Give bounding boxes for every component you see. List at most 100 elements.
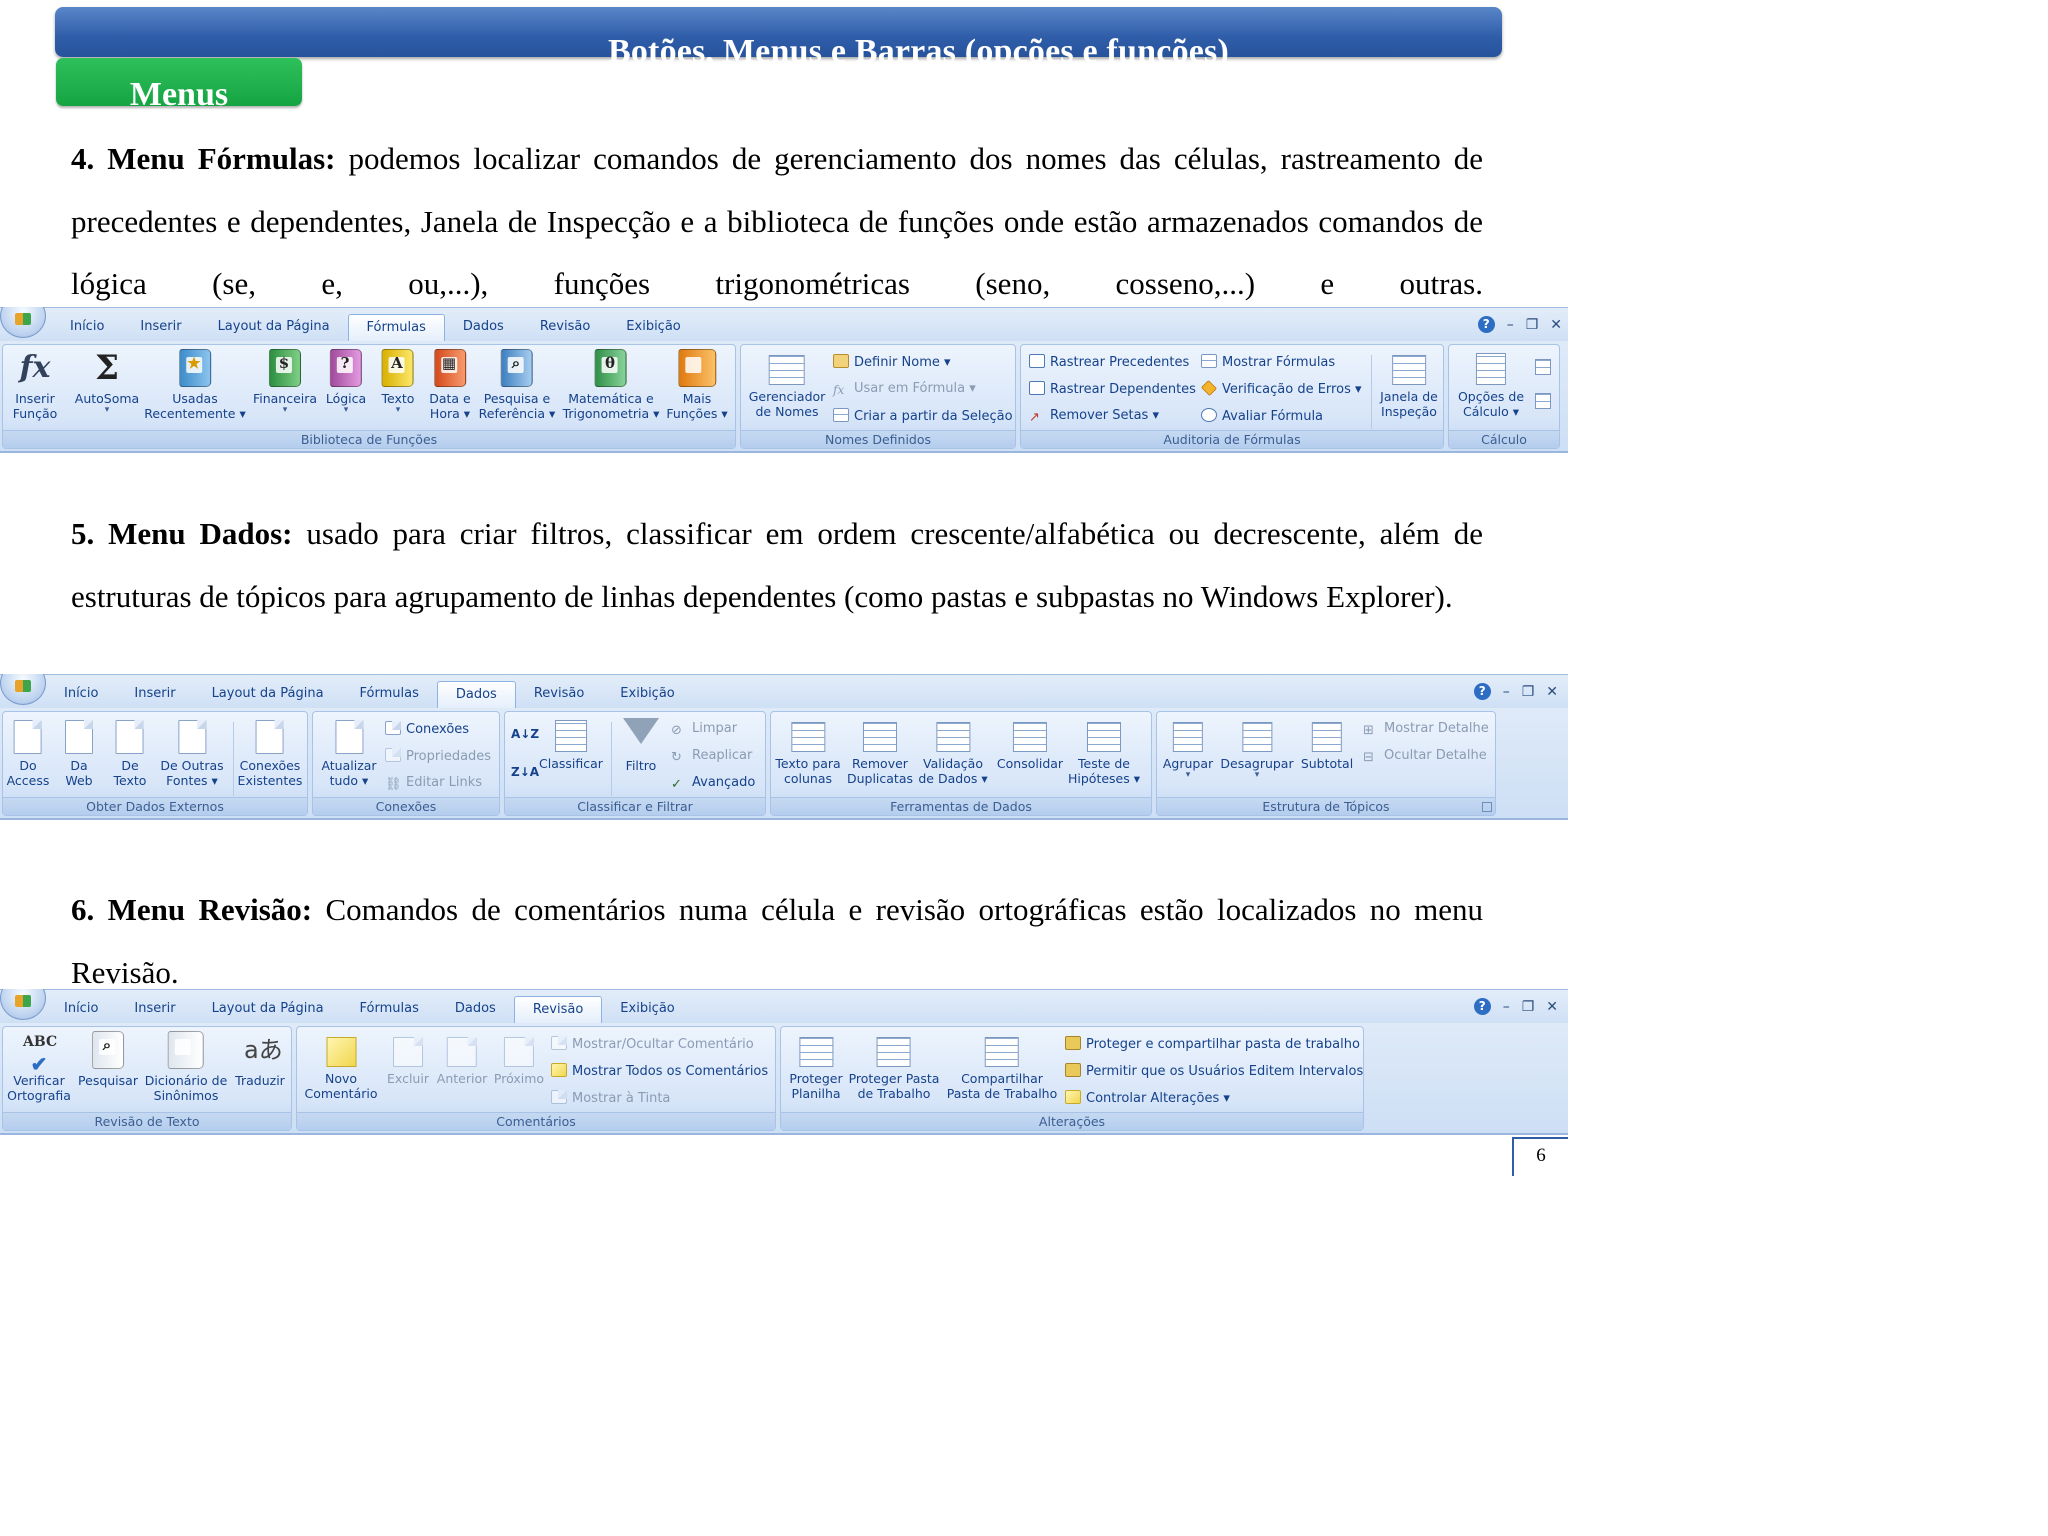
texto-button[interactable]: A Texto ▾ xyxy=(382,349,414,415)
texto-para-colunas-button[interactable]: Texto para colunas xyxy=(775,716,841,786)
matematica-trigonometria-button[interactable]: θ Matemática e Trigonometria ▾ xyxy=(563,349,659,421)
tab-revisao[interactable]: Revisão xyxy=(516,681,602,709)
gerenciador-nomes-button[interactable]: Gerenciador de Nomes xyxy=(749,349,825,419)
tab-layout[interactable]: Layout da Página xyxy=(194,681,342,709)
tab-layout[interactable]: Layout da Página xyxy=(194,996,342,1024)
controlar-alteracoes-button[interactable]: Controlar Alterações ▾ xyxy=(1065,1090,1230,1107)
close-icon[interactable]: ✕ xyxy=(1546,999,1558,1015)
pesquisar-button[interactable]: ⌕ Pesquisar xyxy=(78,1031,138,1088)
dialog-launcher-icon[interactable] xyxy=(1482,802,1492,812)
filtro-button[interactable]: Filtro xyxy=(623,716,659,773)
proteger-pasta-trabalho-button[interactable]: Proteger Pasta de Trabalho xyxy=(849,1031,939,1101)
limpar-button[interactable]: ⊘ Limpar xyxy=(671,721,737,738)
novo-comentario-button[interactable]: Novo Comentário xyxy=(305,1031,378,1101)
tab-inserir[interactable]: Inserir xyxy=(116,681,193,709)
conexoes-button[interactable]: Conexões xyxy=(385,721,469,738)
help-icon[interactable]: ? xyxy=(1473,683,1491,700)
consolidar-button[interactable]: Consolidar xyxy=(997,716,1063,771)
tab-formulas[interactable]: Fórmulas xyxy=(342,681,437,709)
office-button[interactable] xyxy=(0,674,46,705)
mostrar-ocultar-comentario-button[interactable]: Mostrar/Ocultar Comentário xyxy=(551,1036,754,1053)
mostrar-detalhe-button[interactable]: ⊞ Mostrar Detalhe xyxy=(1363,721,1489,738)
do-access-button[interactable]: Do Access xyxy=(7,716,49,788)
help-icon[interactable]: ? xyxy=(1473,998,1491,1015)
proteger-planilha-button[interactable]: Proteger Planilha xyxy=(789,1031,843,1101)
calculate-now-icon[interactable] xyxy=(1535,359,1551,375)
reaplicar-button[interactable]: ↻ Reaplicar xyxy=(671,748,752,765)
calculate-sheet-icon[interactable] xyxy=(1535,393,1551,409)
tab-exibicao[interactable]: Exibição xyxy=(602,681,692,709)
subtotal-button[interactable]: Subtotal xyxy=(1301,716,1353,771)
inserir-funcao-button[interactable]: fx Inserir Função xyxy=(13,349,58,421)
verificar-ortografia-button[interactable]: ABC ✔ Verificar Ortografia xyxy=(7,1031,71,1103)
criar-a-partir-selecao-button[interactable]: Criar a partir da Seleção xyxy=(833,408,1013,425)
office-button[interactable] xyxy=(0,307,46,338)
da-web-button[interactable]: Da Web xyxy=(65,716,93,788)
usadas-recentemente-button[interactable]: ★ Usadas Recentemente ▾ xyxy=(144,349,246,421)
definir-nome-button[interactable]: Definir Nome ▾ xyxy=(833,354,951,371)
restore-icon[interactable]: ❐ xyxy=(1522,999,1535,1015)
restore-icon[interactable]: ❐ xyxy=(1522,684,1535,700)
close-icon[interactable]: ✕ xyxy=(1546,684,1558,700)
mais-funcoes-button[interactable]: Mais Funções ▾ xyxy=(666,349,728,421)
tab-inserir[interactable]: Inserir xyxy=(122,314,199,342)
tab-inicio[interactable]: Início xyxy=(52,314,122,342)
mostrar-tinta-button[interactable]: Mostrar à Tinta xyxy=(551,1090,670,1107)
de-texto-button[interactable]: De Texto xyxy=(114,716,146,788)
tab-dados[interactable]: Dados xyxy=(437,996,514,1024)
office-button[interactable] xyxy=(0,989,46,1020)
tab-revisao[interactable]: Revisão xyxy=(513,996,603,1024)
tab-inicio[interactable]: Início xyxy=(46,681,116,709)
proximo-button[interactable]: Próximo xyxy=(494,1031,544,1086)
ocultar-detalhe-button[interactable]: ⊟ Ocultar Detalhe xyxy=(1363,748,1487,765)
minimize-icon[interactable]: – xyxy=(1507,317,1514,333)
desagrupar-button[interactable]: Desagrupar ▾ xyxy=(1220,716,1294,780)
help-icon[interactable]: ? xyxy=(1477,316,1495,333)
minimize-icon[interactable]: – xyxy=(1503,999,1510,1015)
logica-button[interactable]: ? Lógica ▾ xyxy=(326,349,366,415)
tab-exibicao[interactable]: Exibição xyxy=(602,996,692,1024)
atualizar-tudo-button[interactable]: Atualizar tudo ▾ xyxy=(321,716,377,788)
minimize-icon[interactable]: – xyxy=(1503,684,1510,700)
conexoes-existentes-button[interactable]: Conexões Existentes xyxy=(238,716,302,788)
tab-dados[interactable]: Dados xyxy=(436,681,516,709)
editar-links-button[interactable]: ⛓ Editar Links xyxy=(385,775,482,792)
classificar-button[interactable]: Classificar xyxy=(539,716,603,771)
avaliar-formula-button[interactable]: Avaliar Fórmula xyxy=(1201,408,1323,425)
sort-az-icon[interactable]: A↓Z xyxy=(511,726,539,742)
tab-revisao[interactable]: Revisão xyxy=(522,314,608,342)
verificacao-erros-button[interactable]: Verificação de Erros ▾ xyxy=(1201,380,1362,398)
sort-za-icon[interactable]: Z↓A xyxy=(511,764,539,780)
restore-icon[interactable]: ❐ xyxy=(1526,317,1539,333)
tab-dados[interactable]: Dados xyxy=(445,314,522,342)
tab-formulas[interactable]: Fórmulas xyxy=(342,996,437,1024)
financeira-button[interactable]: $ Financeira ▾ xyxy=(253,349,317,415)
rastrear-dependentes-button[interactable]: Rastrear Dependentes xyxy=(1029,381,1196,398)
compartilhar-pasta-trabalho-button[interactable]: Compartilhar Pasta de Trabalho xyxy=(947,1031,1057,1101)
propriedades-button[interactable]: Propriedades xyxy=(385,748,491,765)
agrupar-button[interactable]: Agrupar ▾ xyxy=(1163,716,1213,780)
remover-setas-button[interactable]: ↗ Remover Setas ▾ xyxy=(1029,408,1159,425)
tab-exibicao[interactable]: Exibição xyxy=(608,314,698,342)
validacao-dados-button[interactable]: Validação de Dados ▾ xyxy=(918,716,988,786)
pesquisa-referencia-button[interactable]: ⌕ Pesquisa e Referência ▾ xyxy=(479,349,555,421)
dicionario-sinonimos-button[interactable]: Dicionário de Sinônimos xyxy=(145,1031,227,1103)
rastrear-precedentes-button[interactable]: Rastrear Precedentes xyxy=(1029,354,1189,371)
excluir-button[interactable]: Excluir xyxy=(387,1031,429,1086)
tab-inserir[interactable]: Inserir xyxy=(116,996,193,1024)
proteger-compartilhar-button[interactable]: Proteger e compartilhar pasta de trabalh… xyxy=(1065,1036,1360,1053)
mostrar-formulas-button[interactable]: Mostrar Fórmulas xyxy=(1201,354,1335,371)
tab-formulas[interactable]: Fórmulas xyxy=(347,314,445,342)
tab-layout[interactable]: Layout da Página xyxy=(200,314,348,342)
avancado-button[interactable]: ✓ Avançado xyxy=(671,775,755,792)
close-icon[interactable]: ✕ xyxy=(1550,317,1562,333)
traduzir-button[interactable]: aあ Traduzir xyxy=(235,1031,285,1088)
opcoes-calculo-button[interactable]: Opções de Cálculo ▾ xyxy=(1458,349,1524,419)
janela-inspecao-button[interactable]: Janela de Inspeção xyxy=(1380,349,1438,419)
usar-em-formula-button[interactable]: fx Usar em Fórmula ▾ xyxy=(833,381,976,397)
autosoma-button[interactable]: Σ AutoSoma ▾ xyxy=(75,349,139,415)
remover-duplicatas-button[interactable]: Remover Duplicatas xyxy=(847,716,913,786)
de-outras-fontes-button[interactable]: De Outras Fontes ▾ xyxy=(160,716,224,788)
anterior-button[interactable]: Anterior xyxy=(437,1031,487,1086)
data-hora-button[interactable]: ▦ Data e Hora ▾ xyxy=(429,349,471,421)
